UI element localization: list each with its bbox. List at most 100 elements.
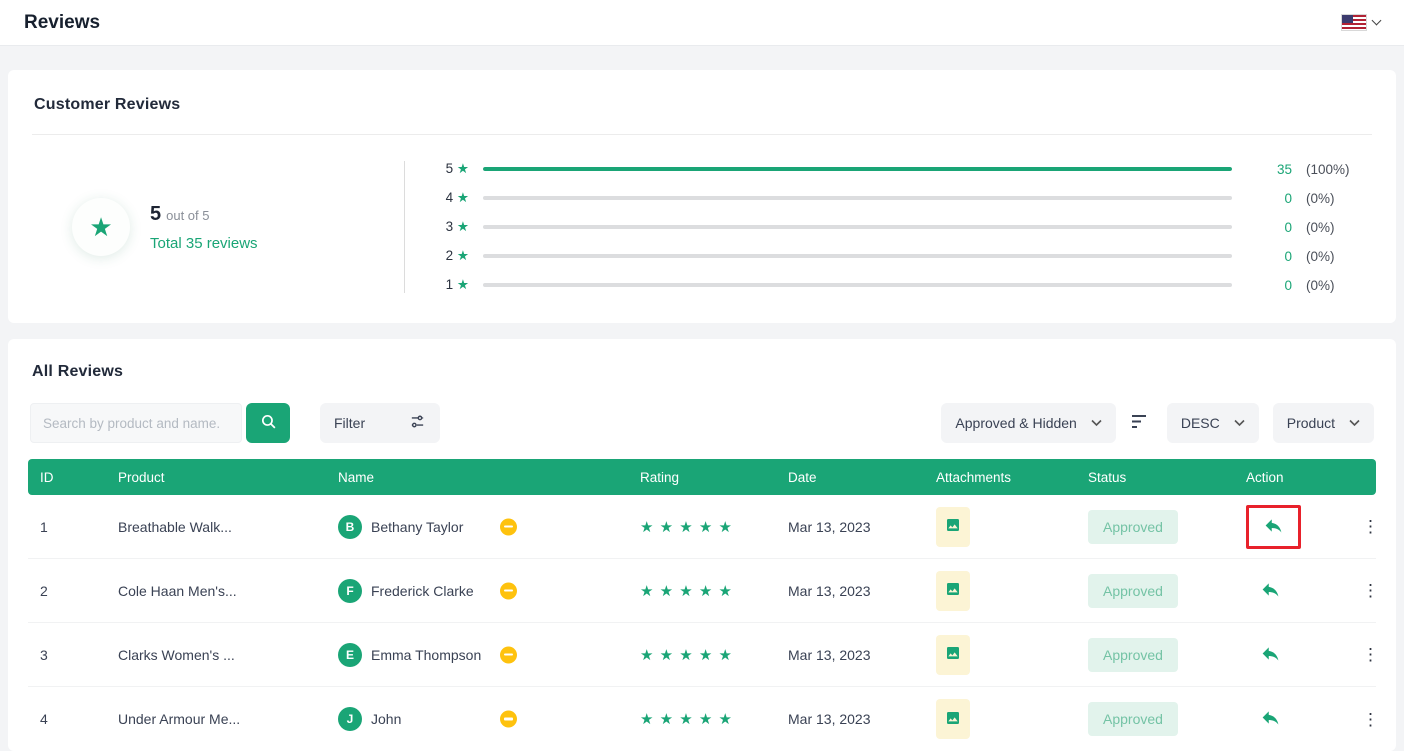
rating-percent: (0%): [1306, 277, 1335, 293]
rating-bar: [483, 196, 1232, 200]
filter-button[interactable]: Filter: [320, 403, 440, 443]
row-menu-button[interactable]: ⋮: [1356, 578, 1385, 603]
reviewer-cell: E Emma Thompson: [326, 642, 628, 667]
hidden-indicator-icon: [500, 518, 517, 535]
attachments-cell: [924, 506, 1076, 547]
product-name[interactable]: Under Armour Me...: [106, 711, 326, 727]
star-badge-icon: ★: [72, 198, 130, 256]
action-wrap: [1246, 700, 1295, 738]
sort-field-dropdown[interactable]: Product: [1272, 403, 1374, 443]
attachment-thumbnail[interactable]: [936, 570, 970, 611]
customer-reviews-card: Customer Reviews ★ 5 out of 5 Total 35 re…: [8, 70, 1396, 323]
chevron-down-icon: [1349, 419, 1360, 427]
rating-bar-row: 4 ★ 0 (0%): [435, 190, 1368, 206]
star-icon: ★: [456, 219, 469, 234]
image-icon: [945, 517, 961, 536]
review-id: 2: [40, 582, 48, 599]
sort-field-value: Product: [1286, 415, 1335, 431]
reply-button[interactable]: [1263, 515, 1284, 539]
rating-bar-row: 1 ★ 0 (0%): [435, 277, 1368, 293]
search-group: [30, 403, 290, 443]
column-header-product: Product: [118, 469, 165, 485]
annotation-highlight-box: [1246, 504, 1301, 549]
sort-direction-value: DESC: [1180, 415, 1220, 431]
rating-count: 0: [1284, 277, 1292, 293]
attachments-cell: [924, 634, 1076, 675]
score-block: ★ 5 out of 5 Total 35 reviews: [32, 198, 404, 256]
column-header-date: Date: [788, 469, 817, 485]
image-icon: [945, 581, 961, 600]
rating-stars: ★ ★ ★ ★ ★: [640, 582, 733, 600]
chevron-down-icon: [1371, 15, 1382, 26]
column-header-attachments: Attachments: [936, 469, 1012, 485]
status-badge: Approved: [1088, 702, 1178, 736]
language-selector[interactable]: [1342, 15, 1382, 30]
table-row: 3 Clarks Women's ... E Emma Thompson ★ ★ ★ ★…: [28, 623, 1379, 687]
status-filter-dropdown[interactable]: Approved & Hidden: [941, 403, 1116, 443]
status-badge: Approved: [1088, 509, 1178, 544]
hidden-indicator-icon: [500, 710, 517, 728]
attachments-cell: [924, 699, 1076, 739]
product-name[interactable]: Clarks Women's ...: [106, 647, 326, 663]
column-header-action: Action: [1246, 469, 1284, 485]
rating-percent: (0%): [1306, 219, 1335, 235]
action-wrap: [1246, 636, 1295, 674]
reply-button[interactable]: [1260, 643, 1281, 667]
action-wrap: [1246, 572, 1295, 610]
reply-button[interactable]: [1260, 579, 1281, 603]
chevron-down-icon: [1091, 419, 1102, 427]
search-input[interactable]: [30, 403, 242, 443]
sort-direction-dropdown[interactable]: DESC: [1166, 403, 1259, 443]
reply-icon: [1260, 643, 1281, 667]
topbar: Reviews: [0, 0, 1404, 46]
total-reviews: Total 35 reviews: [150, 234, 258, 252]
search-icon: [260, 413, 277, 433]
attachment-thumbnail[interactable]: [936, 506, 970, 547]
rating-distribution: 5 ★ 35 (100%) 4 ★ 0 (0%) 3 ★ 0 (0%) 2 ★ 0 (0%) 1 ★ 0 (…: [435, 161, 1372, 293]
table-body: 1 Breathable Walk... B Bethany Taylor ★ ★ ★ …: [28, 495, 1379, 751]
rating-count: 0: [1284, 190, 1292, 206]
rating-percent: (0%): [1306, 190, 1335, 206]
status-cell: Approved: [1076, 702, 1234, 736]
star-icon: ★: [456, 248, 469, 263]
column-header-rating: Rating: [640, 469, 680, 485]
rating-percent: (0%): [1306, 248, 1335, 264]
row-menu-button[interactable]: ⋮: [1356, 642, 1385, 667]
row-menu-cell: ⋮: [1344, 707, 1395, 732]
status-cell: Approved: [1076, 637, 1234, 672]
rating-stars: ★ ★ ★ ★ ★: [640, 646, 733, 664]
summary-title: Customer Reviews: [34, 96, 181, 113]
status-cell: Approved: [1076, 509, 1234, 544]
rating-percent: (100%): [1306, 161, 1350, 177]
rating-bar-row: 2 ★ 0 (0%): [435, 248, 1368, 264]
column-header-name: Name: [338, 469, 375, 485]
rating-bar: [483, 283, 1232, 287]
attachment-thumbnail[interactable]: [936, 699, 970, 739]
rating-stars: ★ ★ ★ ★ ★: [640, 711, 733, 728]
score-line: 5 out of 5: [150, 203, 258, 226]
review-id: 1: [40, 518, 48, 535]
avatar: E: [338, 642, 362, 667]
sort-order-button[interactable]: [1131, 414, 1151, 432]
image-icon: [945, 645, 961, 664]
product-name[interactable]: Breathable Walk...: [106, 519, 326, 535]
reviewer-name: Bethany Taylor: [371, 518, 464, 535]
product-name[interactable]: Cole Haan Men's...: [106, 583, 326, 599]
search-button[interactable]: [246, 403, 290, 443]
star-level-label: 2 ★: [445, 248, 469, 263]
reviews-table: ID Product Name Rating Date Attachments Status…: [28, 459, 1379, 751]
review-id: 4: [40, 711, 48, 727]
rating-bar-row: 5 ★ 35 (100%): [435, 161, 1368, 177]
image-icon: [945, 710, 961, 729]
row-menu-button[interactable]: ⋮: [1356, 707, 1385, 732]
star-level-label: 4 ★: [445, 190, 469, 205]
reply-icon: [1260, 579, 1281, 603]
row-menu-button[interactable]: ⋮: [1356, 514, 1385, 539]
status-badge: Approved: [1088, 573, 1178, 608]
column-header-id: ID: [40, 469, 54, 485]
reviewer-name: Emma Thompson: [371, 646, 482, 663]
reply-button[interactable]: [1260, 707, 1281, 731]
review-date: Mar 13, 2023: [788, 518, 871, 535]
attachment-thumbnail[interactable]: [936, 634, 970, 675]
avatar: F: [338, 578, 362, 603]
